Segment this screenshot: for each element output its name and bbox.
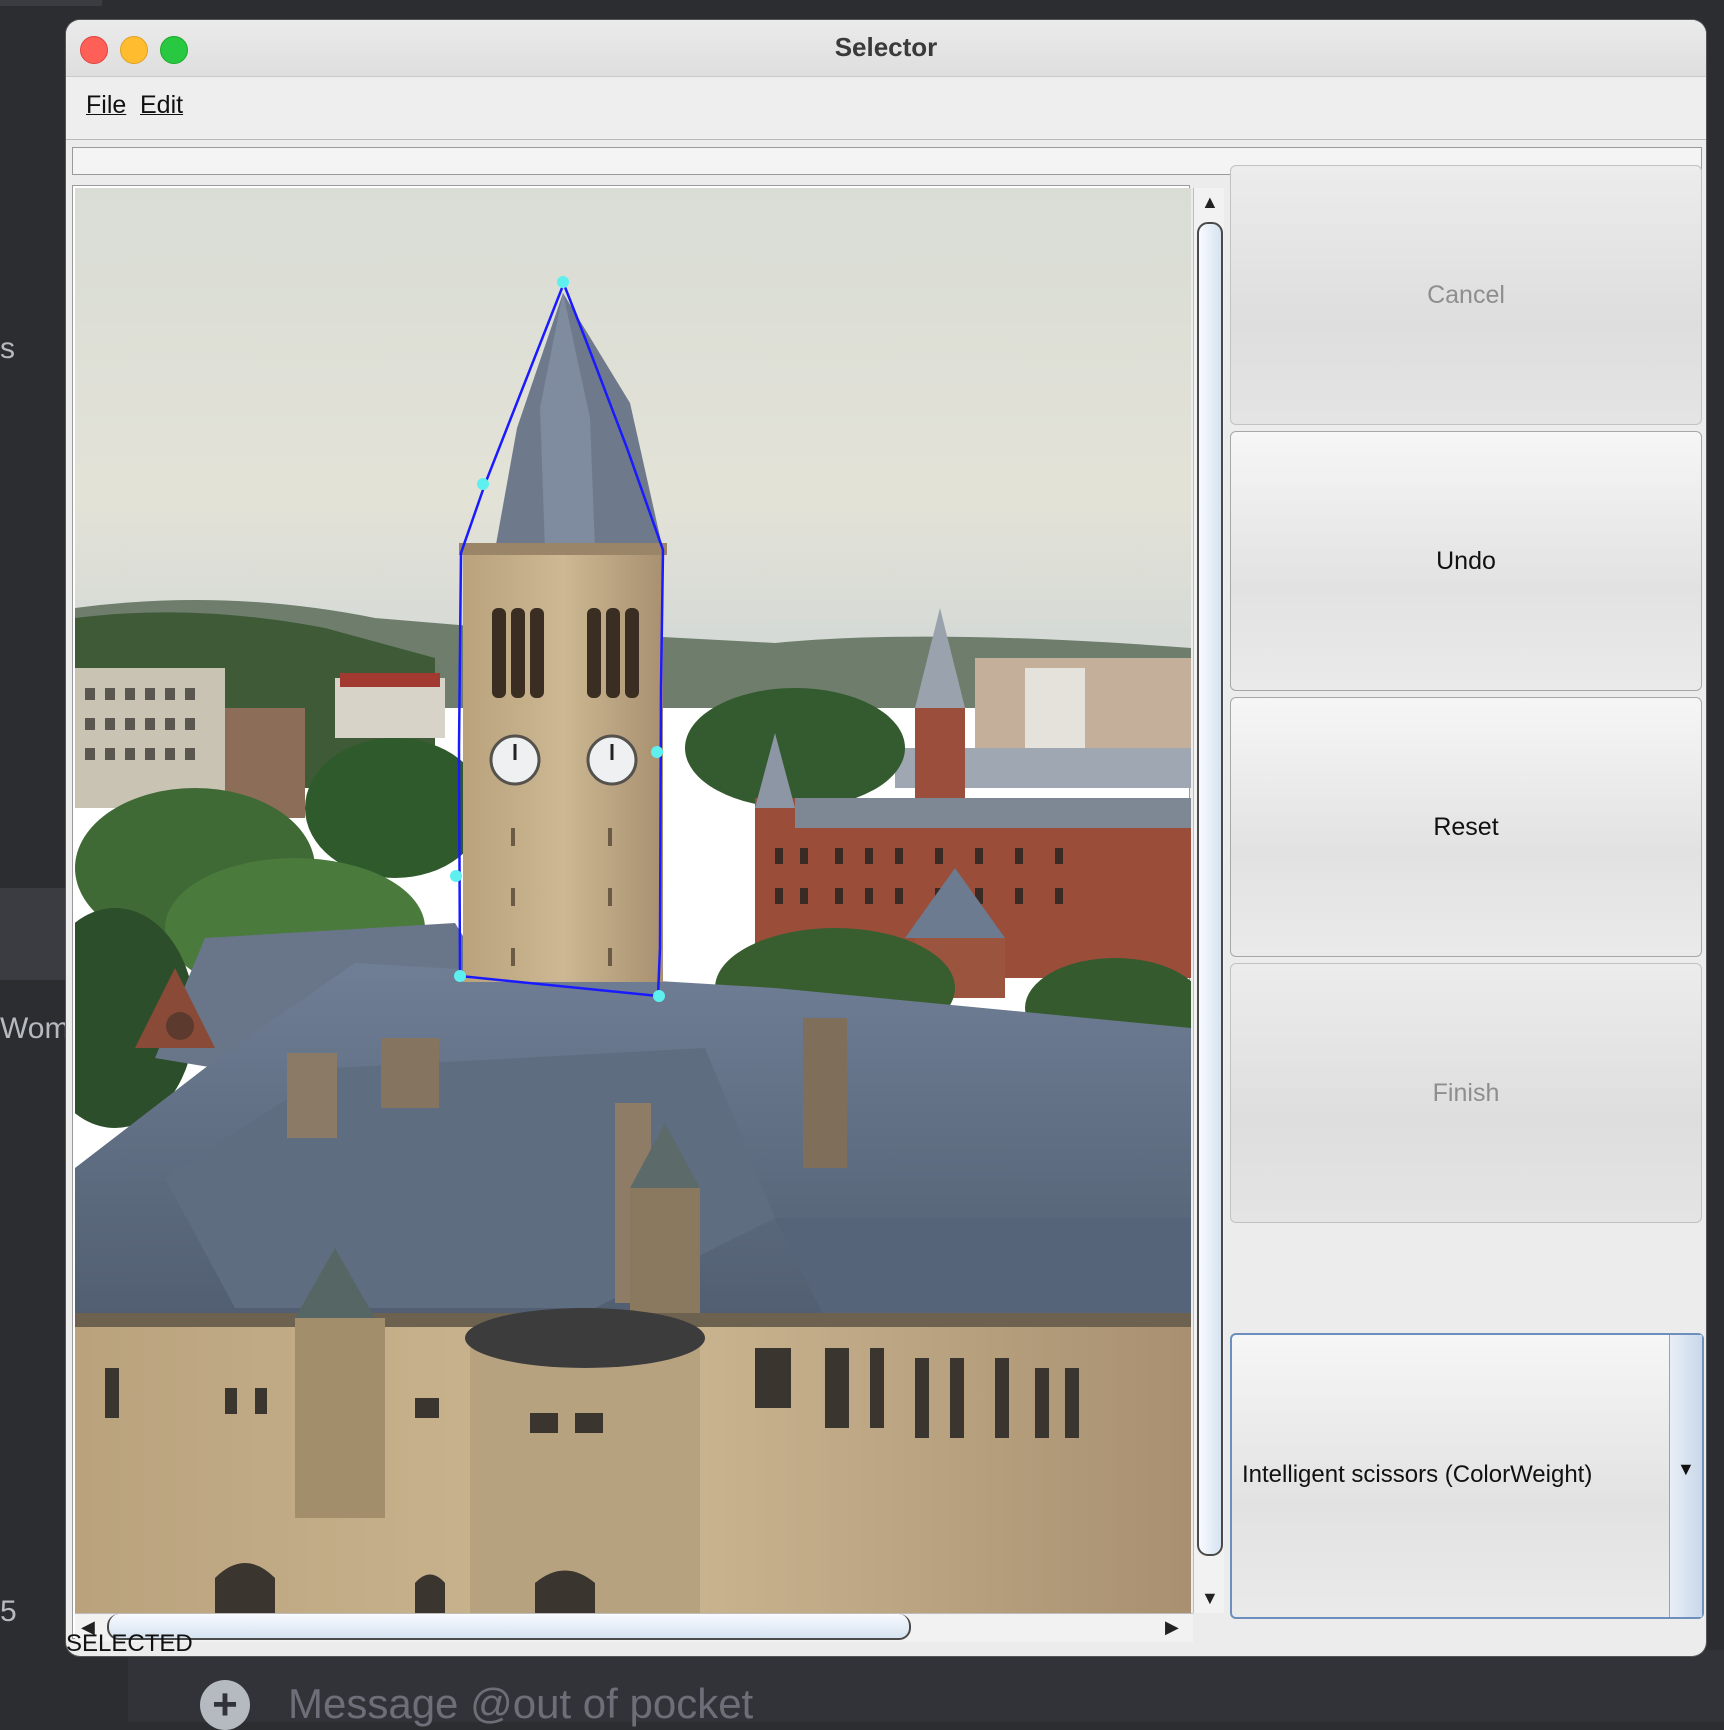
scroll-down-icon[interactable]: ▼ xyxy=(1201,1588,1219,1609)
menu-edit[interactable]: Edit xyxy=(140,91,183,120)
cancel-button[interactable]: Cancel xyxy=(1230,165,1702,425)
image-viewport: ▲ ▼ ◀ ▶ xyxy=(72,185,1224,1642)
horizontal-scroll-thumb[interactable] xyxy=(107,1614,911,1640)
finish-button[interactable]: Finish xyxy=(1230,963,1702,1223)
reset-button[interactable]: Reset xyxy=(1230,697,1702,957)
background-selected-item xyxy=(0,888,70,980)
scroll-right-icon[interactable]: ▶ xyxy=(1165,1617,1179,1638)
title-bar: Selector xyxy=(66,20,1706,77)
chevron-down-icon: ▼ xyxy=(1677,1459,1695,1479)
vertical-scrollbar[interactable]: ▲ ▼ xyxy=(1193,188,1224,1613)
background-topbar xyxy=(0,0,102,6)
menu-bar: File Edit xyxy=(66,77,1706,140)
photo-image xyxy=(75,188,1191,1613)
message-input-placeholder[interactable]: Message @out of pocket xyxy=(288,1680,753,1728)
undo-button[interactable]: Undo xyxy=(1230,431,1702,691)
scroll-up-icon[interactable]: ▲ xyxy=(1201,192,1219,213)
tool-select-value: Intelligent scissors (ColorWeight) xyxy=(1242,1461,1593,1488)
background-text-fragment: s xyxy=(0,332,15,365)
background-text-fragment: 5 xyxy=(0,1595,17,1628)
status-label: SELECTED xyxy=(66,1630,193,1656)
selector-window: Selector File Edit ▲ ▼ ◀ ▶ Cancel Undo R… xyxy=(66,20,1706,1656)
horizontal-scrollbar[interactable]: ◀ ▶ xyxy=(75,1613,1193,1642)
tool-select-dropdown[interactable]: Intelligent scissors (ColorWeight) ▼ xyxy=(1230,1333,1704,1619)
menu-file[interactable]: File xyxy=(86,91,126,120)
dropdown-arrow-button[interactable]: ▼ xyxy=(1669,1335,1702,1617)
window-title: Selector xyxy=(834,32,938,62)
vertical-scroll-thumb[interactable] xyxy=(1197,222,1223,1556)
image-canvas[interactable] xyxy=(75,188,1191,1613)
add-attachment-icon[interactable]: + xyxy=(200,1680,250,1730)
